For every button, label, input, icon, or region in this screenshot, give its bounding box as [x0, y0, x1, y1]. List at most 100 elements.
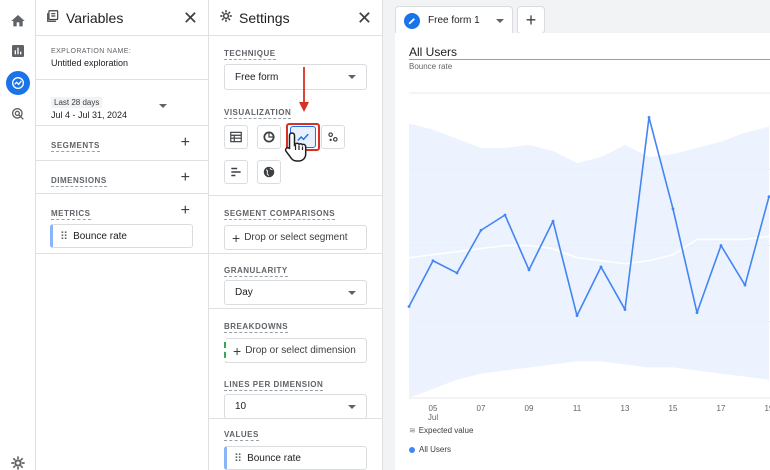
segment-comparisons-label: SEGMENT COMPARISONS	[224, 209, 336, 220]
legend-expected-label: Expected value	[418, 426, 474, 435]
x-tick-sublabel: Jul	[428, 413, 438, 422]
granularity-value: Day	[235, 287, 253, 298]
segment-drop-label: Drop or select segment	[244, 232, 348, 243]
breakdowns-section: BREAKDOWNS + Drop or select dimension LI…	[209, 309, 382, 419]
left-nav-rail	[0, 0, 36, 470]
donut-icon	[263, 131, 275, 143]
technique-label: TECHNIQUE	[224, 49, 276, 60]
reports-icon[interactable]	[6, 39, 30, 63]
values-label: VALUES	[224, 430, 259, 441]
metric-chip-label: Bounce rate	[73, 230, 127, 242]
tab-label: Free form 1	[428, 15, 480, 26]
x-tick-label: 07	[477, 404, 486, 413]
home-icon[interactable]	[6, 9, 30, 33]
values-chip-bounce-rate[interactable]: ⠿ Bounce rate	[224, 446, 367, 470]
values-chip-label: Bounce rate	[247, 452, 301, 464]
x-tick-label: 17	[717, 404, 726, 413]
exploration-name-section: EXPLORATION NAME: Untitled exploration	[36, 36, 208, 80]
drag-handle-icon[interactable]: ⠿	[234, 452, 242, 465]
viz-geo-button[interactable]	[257, 160, 281, 184]
technique-value: Free form	[235, 71, 279, 83]
plus-icon: +	[232, 229, 241, 246]
data-point	[599, 265, 603, 269]
legend-series[interactable]: All Users	[409, 445, 451, 454]
drag-handle-icon[interactable]: ⠿	[60, 230, 68, 243]
dimensions-label: DIMENSIONS	[51, 176, 107, 187]
tab-bar: Free form 1 +	[383, 0, 770, 34]
data-point	[743, 283, 747, 287]
variables-header: Variables ✕	[36, 0, 208, 36]
chevron-down-icon	[348, 404, 356, 409]
hand-cursor-icon	[284, 132, 307, 162]
granularity-label: GRANULARITY	[224, 266, 288, 277]
x-tick-label: 09	[525, 404, 534, 413]
add-dimension-icon[interactable]: +	[181, 170, 190, 186]
granularity-select[interactable]: Day	[224, 280, 367, 305]
advertising-icon[interactable]	[6, 102, 30, 126]
date-range-picker[interactable]: Last 28 days Jul 4 - Jul 31, 2024	[36, 80, 208, 125]
x-tick-label: 13	[621, 404, 630, 413]
exploration-name-label: EXPLORATION NAME:	[51, 48, 132, 55]
exploration-name-input[interactable]: Untitled exploration	[51, 58, 193, 68]
chevron-down-icon	[348, 75, 356, 79]
scatter-icon	[328, 132, 338, 142]
data-point	[503, 213, 507, 217]
data-point	[623, 308, 627, 311]
variables-title: Variables	[66, 9, 124, 26]
bar-chart-icon	[231, 167, 241, 177]
lines-per-dimension-value: 10	[235, 401, 247, 412]
date-range-value: Jul 4 - Jul 31, 2024	[51, 110, 128, 120]
chart-canvas: All Users Bounce rate 05 Jul 07 09 11 13 15 17 1…	[395, 33, 770, 470]
date-range-label: Last 28 days	[51, 97, 103, 108]
metric-chip-bounce-rate[interactable]: ⠿ Bounce rate	[50, 224, 193, 248]
dimensions-section: DIMENSIONS +	[36, 161, 208, 194]
metrics-section: METRICS + ⠿ Bounce rate	[36, 194, 208, 254]
add-tab-button[interactable]: +	[517, 6, 545, 34]
add-segment-icon[interactable]: +	[181, 135, 190, 151]
data-point	[647, 116, 651, 119]
settings-header: Settings ✕	[209, 0, 382, 36]
values-section: VALUES ⠿ Bounce rate	[209, 419, 382, 470]
close-icon[interactable]: ✕	[183, 9, 198, 27]
explore-icon[interactable]	[6, 71, 30, 95]
viz-bar-button[interactable]	[224, 160, 248, 184]
chevron-down-icon	[159, 104, 167, 108]
granularity-section: GRANULARITY Day	[209, 254, 382, 309]
add-metric-icon[interactable]: +	[181, 203, 190, 219]
legend-series-label: All Users	[419, 445, 452, 454]
edit-pencil-icon	[404, 12, 420, 29]
line-chart[interactable]: 05Jul 07 09 11 13 15 17 19	[395, 33, 770, 470]
chevron-down-icon[interactable]	[496, 18, 504, 23]
x-tick-label: 15	[669, 404, 678, 413]
data-point	[479, 228, 483, 232]
viz-donut-button[interactable]	[257, 125, 281, 149]
segment-drop-target[interactable]: + Drop or select segment	[224, 225, 367, 250]
lines-per-dimension-select[interactable]: 10	[224, 394, 367, 419]
segments-label: SEGMENTS	[51, 141, 100, 152]
admin-gear-icon[interactable]	[6, 451, 30, 470]
gear-icon	[219, 9, 233, 26]
table-icon	[230, 131, 242, 143]
annotation-arrow	[299, 67, 309, 112]
x-tick-label: 19	[765, 404, 770, 413]
variables-panel: Variables ✕ EXPLORATION NAME: Untitled e…	[36, 0, 209, 470]
close-icon[interactable]: ✕	[357, 9, 372, 27]
settings-title: Settings	[239, 9, 290, 26]
x-tick-label: 05	[429, 404, 438, 413]
data-point	[455, 271, 459, 275]
variables-icon	[46, 9, 60, 26]
segment-comparisons-section: SEGMENT COMPARISONS + Drop or select seg…	[209, 196, 382, 254]
metrics-label: METRICS	[51, 209, 91, 220]
breakdown-drop-target[interactable]: + Drop or select dimension	[224, 338, 367, 363]
data-point	[671, 207, 675, 211]
main-area: Free form 1 + All Users Bounce rate 05 Ju…	[383, 0, 770, 470]
breakdown-drop-label: Drop or select dimension	[245, 345, 356, 356]
chevron-down-icon	[348, 290, 356, 295]
legend-expected: ≋ Expected value	[409, 426, 473, 435]
data-point	[551, 219, 555, 223]
tab-free-form-1[interactable]: Free form 1	[395, 6, 513, 34]
viz-scatter-button[interactable]	[321, 125, 345, 149]
viz-table-button[interactable]	[224, 125, 248, 149]
x-tick-label: 11	[573, 404, 582, 413]
data-point	[431, 259, 435, 263]
